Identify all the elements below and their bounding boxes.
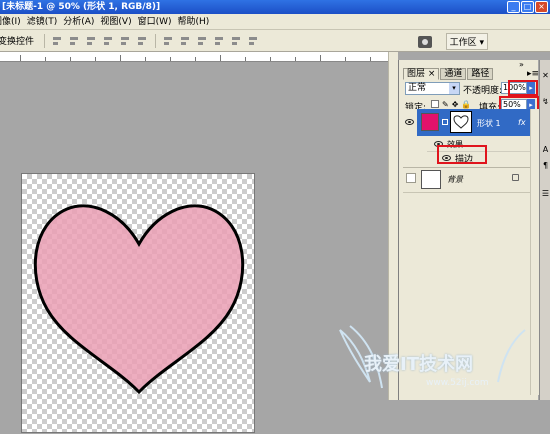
menu-analysis[interactable]: 分析(A) [60, 14, 97, 30]
align-right-icon[interactable] [137, 35, 148, 47]
tab-channels[interactable]: 通道 [440, 68, 467, 80]
fx-icon[interactable]: fx [518, 118, 526, 127]
tab-layers[interactable]: 图层 × [403, 68, 440, 80]
workspace-area: 工作区 ▾ [417, 33, 488, 50]
eye-cell [403, 137, 417, 167]
horizontal-ruler [0, 52, 388, 62]
divider [155, 33, 157, 48]
divider [44, 33, 46, 48]
lock-icons: ✎ ✥ 🔒 [431, 100, 471, 109]
stroke-highlight-box [437, 145, 487, 164]
window-title-bar: [未标题-1 @ 50% (形状 1, RGB/8)] [0, 0, 550, 14]
tool-preset-icon[interactable]: ☰ [541, 188, 550, 200]
history-icon[interactable]: ↯ [541, 96, 550, 108]
tab-paths[interactable]: 路径 [467, 68, 494, 80]
align-hcenter-icon[interactable] [120, 35, 131, 47]
lock-paint-icon[interactable]: ✎ [442, 100, 449, 109]
lock-all-icon[interactable]: 🔒 [461, 100, 471, 109]
panel-tabs: 图层 × 通道 路径 [403, 68, 494, 80]
maximize-button[interactable]: □ [521, 1, 534, 13]
right-toolbar: ✕ ↯ A ¶ ☰ [539, 60, 550, 400]
heart-shape[interactable] [33, 204, 245, 395]
distribute-hcenter-icon[interactable] [231, 35, 242, 47]
visibility-empty-box[interactable] [406, 173, 416, 183]
eye-cell [403, 109, 417, 136]
background-thumbnail[interactable] [421, 170, 441, 189]
align-bottom-icon[interactable] [86, 35, 97, 47]
link-icon [442, 119, 448, 125]
lock-transparency-icon[interactable] [431, 100, 439, 108]
distribute-vcenter-icon[interactable] [180, 35, 191, 47]
paragraph-icon[interactable]: ¶ [541, 160, 550, 172]
blend-mode-value: 正常 [408, 83, 427, 93]
panel-menu-icon[interactable]: ▸≡ [527, 69, 539, 79]
watermark: 我爱IT技术网 www.52ij.com [330, 322, 540, 398]
menu-bar: 图像(I) 滤镜(T) 分析(A) 视图(V) 窗口(W) 帮助(H) [0, 14, 550, 30]
workspace-button[interactable]: 工作区 ▾ [445, 33, 488, 50]
navigator-icon[interactable]: ✕ [541, 70, 550, 82]
distribute-bottom-icon[interactable] [197, 35, 208, 47]
opacity-highlight-box [508, 80, 538, 96]
blend-mode-select[interactable]: 正常 ▾ [405, 82, 460, 95]
align-top-icon[interactable] [52, 35, 63, 47]
watermark-text: 我爱IT技术网 [364, 354, 473, 375]
heart-icon [453, 115, 469, 129]
menu-image[interactable]: 图像(I) [0, 14, 24, 30]
opacity-label: 不透明度: [463, 86, 503, 96]
panel-collapse-icon[interactable]: » [519, 60, 524, 69]
document-canvas[interactable] [21, 173, 255, 433]
lock-move-icon[interactable]: ✥ [452, 100, 459, 109]
window-controls: _ □ × [507, 1, 548, 13]
window-title: [未标题-1 @ 50% (形状 1, RGB/8)] [2, 2, 161, 12]
layer-name-shape: 形状 1 [477, 119, 501, 128]
distribute-top-icon[interactable] [163, 35, 174, 47]
close-button[interactable]: × [535, 1, 548, 13]
menu-help[interactable]: 帮助(H) [175, 14, 213, 30]
align-left-icon[interactable] [103, 35, 114, 47]
chevron-down-icon: ▾ [449, 83, 459, 94]
distribute-right-icon[interactable] [248, 35, 259, 47]
distribute-left-icon[interactable] [214, 35, 225, 47]
row-divider [403, 192, 537, 193]
menu-window[interactable]: 窗口(W) [135, 14, 175, 30]
menu-view[interactable]: 视图(V) [97, 14, 134, 30]
heart-shape-svg [33, 204, 245, 395]
layer-name-background: 背景 [447, 175, 463, 184]
minimize-button[interactable]: _ [507, 1, 520, 13]
align-vcenter-icon[interactable] [69, 35, 80, 47]
layer-color-thumbnail[interactable] [421, 113, 439, 131]
lock-icon [512, 174, 519, 181]
watermark-url: www.52ij.com [426, 378, 489, 388]
menu-filter[interactable]: 滤镜(T) [24, 14, 61, 30]
camera-icon[interactable] [417, 35, 432, 48]
layer-mask-thumbnail[interactable] [450, 111, 472, 133]
visibility-eye-icon[interactable] [405, 119, 414, 125]
transform-controls-label[interactable]: 变换控件 [0, 34, 40, 47]
character-icon[interactable]: A [541, 144, 550, 156]
